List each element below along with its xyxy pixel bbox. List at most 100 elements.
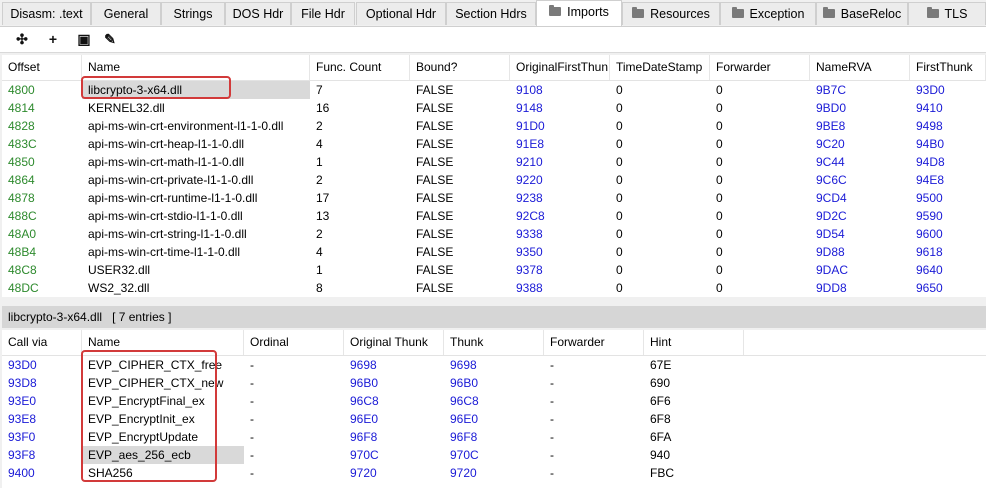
cell-forwarder: -: [550, 412, 554, 426]
table-row[interactable]: 93E8 EVP_EncryptInit_ex - 96E0 96E0 - 6F8: [2, 410, 986, 428]
column-header-firstthunk[interactable]: FirstThunk: [910, 55, 986, 80]
table-row[interactable]: 93D0 EVP_CIPHER_CTX_free - 9698 9698 - 67E: [2, 356, 986, 374]
tab-dos-hdr[interactable]: DOS Hdr: [225, 2, 291, 25]
column-header-timedatestamp[interactable]: TimeDateStamp: [610, 55, 710, 80]
tab-tls[interactable]: TLS: [908, 2, 986, 25]
cell-bound: FALSE: [416, 245, 454, 259]
column-header-offset[interactable]: Offset: [2, 55, 82, 80]
table-row[interactable]: 4878 api-ms-win-crt-runtime-l1-1-0.dll 17 F…: [2, 189, 986, 207]
cell-call-via: 93D0: [8, 358, 37, 372]
cell-name: EVP_EncryptFinal_ex: [88, 394, 205, 408]
tab-resources[interactable]: Resources: [622, 2, 720, 25]
column-header-hint[interactable]: Hint: [644, 330, 744, 355]
cell-name: api-ms-win-crt-math-l1-1-0.dll: [88, 155, 245, 169]
selected-dll-entries: [ 7 entries ]: [112, 310, 172, 324]
table-row[interactable]: 48B4 api-ms-win-crt-time-l1-1-0.dll 4 FALSE…: [2, 243, 986, 261]
cell-thunk: 96B0: [450, 376, 479, 390]
column-header-func-count[interactable]: Func. Count: [310, 55, 410, 80]
tab-exception[interactable]: Exception: [720, 2, 816, 25]
cell-timedatestamp: 0: [616, 227, 623, 241]
cell-forwarder: -: [550, 430, 554, 444]
imports-table: Offset Name Func. Count Bound? OriginalFirst…: [2, 55, 986, 297]
column-header-originalfirstthun[interactable]: OriginalFirstThun: [510, 55, 610, 80]
cell-func-count: 16: [316, 101, 330, 115]
table-row[interactable]: 48C8 USER32.dll 1 FALSE 9378 0 0 9DAC 9640: [2, 261, 986, 279]
cell-offset: 4828: [8, 119, 35, 133]
cell-originalfirstthun: 9338: [516, 227, 543, 241]
cell-original-thunk: 96E0: [350, 412, 379, 426]
cell-name: api-ms-win-crt-runtime-l1-1-0.dll: [88, 191, 258, 205]
cell-ordinal: -: [250, 358, 254, 372]
cell-originalfirstthun: 9210: [516, 155, 543, 169]
cell-timedatestamp: 0: [616, 245, 623, 259]
table-row[interactable]: 48A0 api-ms-win-crt-string-l1-1-0.dll 2 FAL…: [2, 225, 986, 243]
table-row[interactable]: 93F0 EVP_EncryptUpdate - 96F8 96F8 - 6FA: [2, 428, 986, 446]
tab-optional-hdr[interactable]: Optional Hdr: [356, 2, 446, 25]
cell-bound: FALSE: [416, 191, 454, 205]
tab-label: Optional Hdr: [365, 7, 437, 21]
table-row[interactable]: 93D8 EVP_CIPHER_CTX_new - 96B0 96B0 - 690: [2, 374, 986, 392]
table-row[interactable]: 4814 KERNEL32.dll 16 FALSE 9148 0 0 9BD0 9410: [2, 99, 986, 117]
folder-icon: [632, 7, 645, 19]
cell-bound: FALSE: [416, 119, 454, 133]
cell-func-count: 7: [316, 83, 323, 97]
tab-label: Imports: [567, 5, 609, 19]
tab-imports[interactable]: Imports: [536, 0, 622, 26]
tab-label: General: [103, 7, 149, 21]
column-header-original-thunk[interactable]: Original Thunk: [344, 330, 444, 355]
cell-original-thunk: 96F8: [350, 430, 378, 444]
cell-call-via: 9400: [8, 466, 35, 480]
tab-general[interactable]: General: [91, 2, 161, 25]
column-header-namerva[interactable]: NameRVA: [810, 55, 910, 80]
tab-label: Disasm: .text: [10, 7, 83, 21]
move-icon[interactable]: ✣: [11, 29, 33, 49]
cell-func-count: 8: [316, 281, 323, 295]
column-header-forwarder[interactable]: Forwarder: [544, 330, 644, 355]
tab-section-hdrs[interactable]: Section Hdrs: [446, 2, 536, 25]
table-row[interactable]: 93F8 EVP_aes_256_ecb -970C 970C -940: [2, 446, 986, 464]
imports-header: Offset Name Func. Count Bound? OriginalFirst…: [2, 55, 986, 81]
selected-dll-info: libcrypto-3-x64.dll [ 7 entries ]: [2, 306, 986, 328]
cell-offset: 488C: [8, 209, 37, 223]
cell-forwarder: 0: [716, 209, 723, 223]
cell-thunk: 9720: [450, 466, 477, 480]
column-header-bound[interactable]: Bound?: [410, 55, 510, 80]
table-row[interactable]: 488C api-ms-win-crt-stdio-l1-1-0.dll 13 FAL…: [2, 207, 986, 225]
magic-wand-icon[interactable]: ✎: [99, 29, 121, 49]
table-row[interactable]: 4828 api-ms-win-crt-environment-l1-1-0.dl…: [2, 117, 986, 135]
cell-namerva: 9D2C: [816, 209, 847, 223]
save-icon[interactable]: ▣: [73, 29, 95, 49]
tab-basereloc[interactable]: BaseReloc: [816, 2, 908, 25]
table-row[interactable]: 9400 SHA256 - 9720 9720 - FBC: [2, 464, 986, 482]
tab-label: Exception: [749, 7, 805, 21]
cell-name: api-ms-win-crt-private-l1-1-0.dll: [88, 173, 254, 187]
column-header-call-via[interactable]: Call via: [2, 330, 82, 355]
table-row[interactable]: 48DC WS2_32.dll 8 FALSE 9388 0 0 9DD8 9650: [2, 279, 986, 297]
tab-disasm-text[interactable]: Disasm: .text: [2, 2, 91, 25]
table-row[interactable]: 4850 api-ms-win-crt-math-l1-1-0.dll 1 FALSE…: [2, 153, 986, 171]
cell-hint: 6F8: [650, 412, 671, 426]
tab-strings[interactable]: Strings: [161, 2, 225, 25]
tab-file-hdr[interactable]: File Hdr: [291, 2, 355, 25]
column-header-name[interactable]: Name: [82, 330, 244, 355]
column-header-thunk[interactable]: Thunk: [444, 330, 544, 355]
cell-firstthunk: 94D8: [916, 155, 945, 169]
cell-firstthunk: 94B0: [916, 137, 945, 151]
cell-name: api-ms-win-crt-heap-l1-1-0.dll: [88, 137, 245, 151]
column-header-ordinal[interactable]: Ordinal: [244, 330, 344, 355]
tab-bar: Disasm: .text General Strings DOS Hdr File H…: [0, 0, 986, 27]
table-row[interactable]: 4864 api-ms-win-crt-private-l1-1-0.dll 2 FA…: [2, 171, 986, 189]
cell-thunk: 96E0: [450, 412, 479, 426]
cell-bound: FALSE: [416, 173, 454, 187]
add-icon[interactable]: +: [42, 29, 64, 49]
cell-offset: 48A0: [8, 227, 37, 241]
column-header-forwarder[interactable]: Forwarder: [710, 55, 810, 80]
cell-offset: 4800: [8, 83, 35, 97]
cell-offset: 4878: [8, 191, 35, 205]
column-header-name[interactable]: Name: [82, 55, 310, 80]
table-row[interactable]: 4800 libcrypto-3-x64.dll 7 FALSE 9108 0 0 9B7C 9…: [2, 81, 986, 99]
cell-forwarder: 0: [716, 227, 723, 241]
cell-timedatestamp: 0: [616, 173, 623, 187]
table-row[interactable]: 483C api-ms-win-crt-heap-l1-1-0.dll 4 FALSE…: [2, 135, 986, 153]
table-row[interactable]: 93E0 EVP_EncryptFinal_ex - 96C8 96C8 - 6F6: [2, 392, 986, 410]
